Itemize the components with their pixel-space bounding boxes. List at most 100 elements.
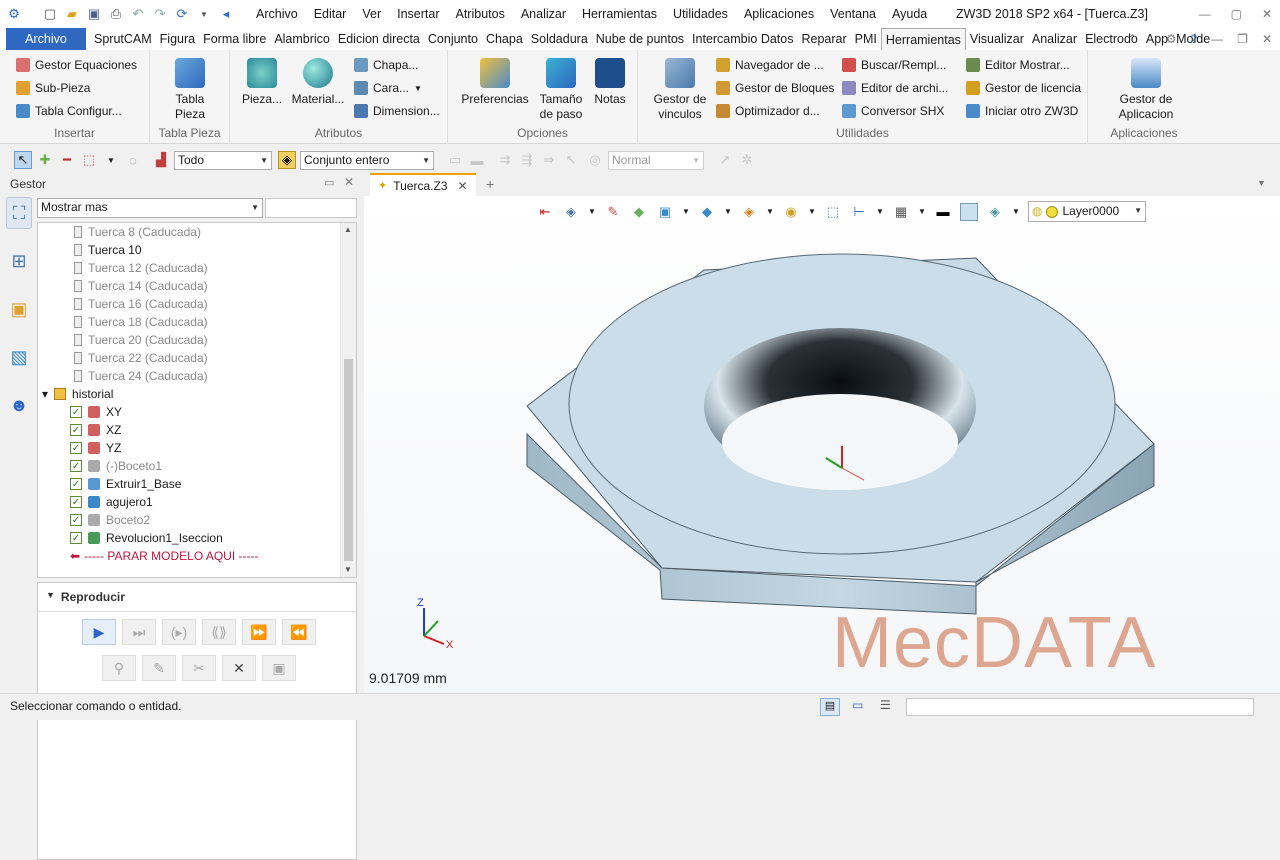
file-tab[interactable]: Archivo [6, 28, 86, 50]
doc-restore-icon[interactable]: ❐ [1237, 28, 1248, 50]
doc-tab-close-icon[interactable]: ✕ [457, 179, 467, 193]
open-folder-icon[interactable]: ▰ [64, 6, 80, 22]
tab-edicion-directa[interactable]: Edicion directa [334, 28, 424, 51]
preferencias-button[interactable]: Preferencias [461, 58, 529, 107]
visibility-checkbox[interactable]: ✓ [70, 478, 82, 490]
tab-soldadura[interactable]: Soldadura [527, 28, 592, 51]
gestor-equaciones-button[interactable]: Gestor Equaciones [16, 58, 137, 72]
menu-utilidades[interactable]: Utilidades [665, 0, 736, 28]
playback-header[interactable]: ▼ Reproducir [46, 590, 125, 604]
filter-combo[interactable]: Todo ▼ [174, 150, 272, 170]
expand-arrow-icon[interactable]: ▾ [42, 387, 48, 401]
maximize-icon[interactable]: ▢ [1231, 0, 1242, 28]
history-tab-icon[interactable]: ⛶ [6, 197, 32, 229]
regen-icon[interactable]: ⟳ [174, 6, 190, 22]
tab-nube-de-puntos[interactable]: Nube de puntos [592, 28, 688, 51]
notas-button[interactable]: Notas [590, 58, 630, 107]
play-all-icon[interactable]: ⟪⟫ [202, 619, 236, 645]
tree-item[interactable]: Tuerca 20 (Caducada) [74, 331, 208, 349]
status-tool-1-icon[interactable]: ▤ [820, 698, 840, 716]
box-select-icon[interactable]: ⬚ [80, 151, 98, 169]
history-item[interactable]: ✓ (-)Boceto1 [70, 457, 162, 475]
status-tool-3-icon[interactable]: ☰ [880, 698, 891, 712]
visibility-checkbox[interactable]: ✓ [70, 424, 82, 436]
tab-analizar[interactable]: Analizar [1028, 28, 1081, 51]
window-tool-icon[interactable]: ▣ [262, 655, 296, 681]
editor-de-archivo-button[interactable]: Editor de archi... [842, 81, 948, 95]
remove-icon[interactable]: ━ [58, 151, 76, 169]
new-file-icon[interactable]: ▢ [42, 6, 58, 22]
command-input[interactable] [906, 698, 1254, 716]
visibility-checkbox[interactable]: ✓ [70, 514, 82, 526]
add-icon[interactable]: ✚ [36, 151, 54, 169]
history-item[interactable]: ✓ XY [70, 403, 122, 421]
tab-sprutcam[interactable]: SprutCAM [90, 28, 156, 51]
doc-minimize-icon[interactable]: — [1211, 28, 1223, 50]
tab-list-icon[interactable]: ▼ [1257, 178, 1266, 188]
lasso-icon[interactable]: ◌ [124, 151, 142, 169]
tabla-configur-button[interactable]: Tabla Configur... [16, 104, 122, 118]
cara-attr-button[interactable]: Cara... ▼ [354, 81, 422, 95]
menu-analizar[interactable]: Analizar [513, 0, 574, 28]
scroll-up-icon[interactable]: ▲ [344, 225, 352, 234]
user-tab-icon[interactable]: ☻ [6, 389, 32, 421]
options-dropdown-icon[interactable]: ▼ [102, 151, 120, 169]
help-icon[interactable]: ? [1190, 28, 1197, 50]
doc-tab-tuerca[interactable]: ✦ Tuerca.Z3 ✕ [370, 173, 476, 196]
tree-item[interactable]: Tuerca 14 (Caducada) [74, 277, 208, 295]
redo-icon[interactable]: ↷ [152, 6, 168, 22]
material-button[interactable]: Material... [290, 58, 346, 107]
filter-chart-icon[interactable]: ▟ [152, 151, 170, 169]
tree-scrollbar[interactable]: ▲ ▼ [340, 223, 356, 577]
stop-model-marker[interactable]: ⬅ ----- PARAR MODELO AQUI ----- [70, 547, 259, 565]
link-tool-icon[interactable]: ⚲ [102, 655, 136, 681]
menu-herramientas[interactable]: Herramientas [574, 0, 665, 28]
buscar-remplazar-button[interactable]: Buscar/Rempl... [842, 58, 946, 72]
tabla-pieza-button[interactable]: Tabla Pieza [164, 58, 216, 122]
panel-close-icon[interactable]: ✕ [344, 175, 354, 189]
visibility-checkbox[interactable]: ✓ [70, 442, 82, 454]
collapse-ribbon-icon[interactable]: ⌃ [1128, 28, 1138, 50]
menu-atributos[interactable]: Atributos [448, 0, 513, 28]
visibility-checkbox[interactable]: ✓ [70, 532, 82, 544]
history-item[interactable]: ✓ agujero1 [70, 493, 153, 511]
navegador-button[interactable]: Navegador de ... [716, 58, 824, 72]
scroll-down-icon[interactable]: ▼ [344, 565, 352, 574]
print-icon[interactable]: ⎙ [108, 6, 124, 22]
tab-conjunto[interactable]: Conjunto [424, 28, 482, 51]
menu-insertar[interactable]: Insertar [389, 0, 447, 28]
menu-archivo[interactable]: Archivo [248, 0, 306, 28]
history-item[interactable]: ✓ YZ [70, 439, 121, 457]
history-item[interactable]: ✓ XZ [70, 421, 121, 439]
menu-ver[interactable]: Ver [354, 0, 389, 28]
fast-forward-icon[interactable]: ⏩ [242, 619, 276, 645]
scroll-thumb[interactable] [344, 359, 353, 561]
edit-pencil-icon[interactable]: ✎ [142, 655, 176, 681]
menu-aplicaciones[interactable]: Aplicaciones [736, 0, 822, 28]
menu-ayuda[interactable]: Ayuda [884, 0, 935, 28]
tree-search-input[interactable] [265, 198, 357, 218]
visibility-checkbox[interactable]: ✓ [70, 496, 82, 508]
app-logo-icon[interactable]: ⚙ [6, 6, 22, 22]
gestor-de-aplicacion-button[interactable]: Gestor de Aplicacion [1108, 58, 1184, 122]
conversor-shx-button[interactable]: Conversor SHX [842, 104, 944, 118]
gestor-de-vinculos-button[interactable]: Gestor de vinculos [646, 58, 714, 122]
assembly-tab-icon[interactable]: ⊞ [6, 245, 32, 277]
dimension-attr-button[interactable]: Dimension... [354, 104, 440, 118]
rewind-icon[interactable]: ⏪ [282, 619, 316, 645]
chapa-attr-button[interactable]: Chapa... [354, 58, 418, 72]
panel-pin-icon[interactable]: ▭ [324, 176, 334, 189]
assembly-filter-icon[interactable]: ◈ [278, 151, 296, 169]
tab-herramientas[interactable]: Herramientas [880, 27, 966, 51]
menu-editar[interactable]: Editar [306, 0, 355, 28]
dropdown-arrow-icon[interactable]: ▼ [196, 6, 212, 22]
tab-forma-libre[interactable]: Forma libre [199, 28, 270, 51]
visibility-checkbox[interactable]: ✓ [70, 460, 82, 472]
undo-icon[interactable]: ↶ [130, 6, 146, 22]
tab-reparar[interactable]: Reparar [797, 28, 850, 51]
close-icon[interactable]: ✕ [1262, 0, 1272, 28]
historial-folder[interactable]: ▾ historial [42, 385, 113, 403]
visibility-checkbox[interactable]: ✓ [70, 406, 82, 418]
tab-chapa[interactable]: Chapa [482, 28, 527, 51]
tab-pmi[interactable]: PMI [851, 28, 881, 51]
